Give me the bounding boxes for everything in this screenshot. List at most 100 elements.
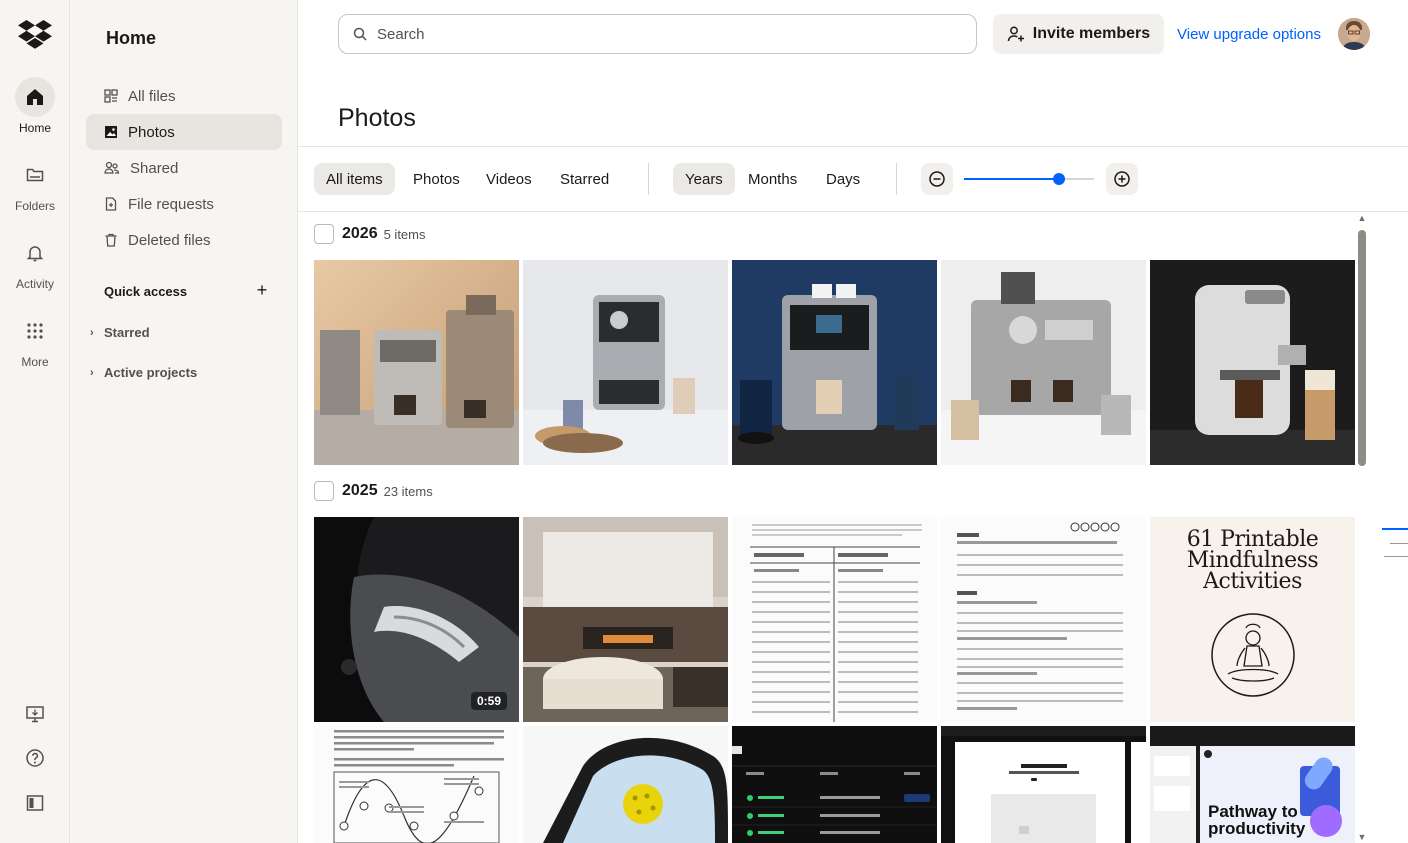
screenshot-thumbnail[interactable] (941, 726, 1146, 843)
toolbar-divider (896, 163, 897, 195)
sidebar-item-photos[interactable]: Photos (86, 114, 282, 150)
poster-title-line: 61 Printable (1186, 527, 1319, 552)
section-header-2025: 2025 23 items (314, 481, 433, 501)
toolbar-divider (648, 163, 649, 195)
promo-title-line: productivity (1208, 819, 1306, 838)
photo-thumbnail[interactable] (1150, 260, 1355, 465)
section-select-checkbox[interactable] (314, 224, 334, 244)
screenshot-thumbnail[interactable]: Pathway to productivity (1150, 726, 1355, 843)
folder-icon (15, 155, 55, 195)
document-thumbnail[interactable] (941, 517, 1146, 722)
rail-item-home[interactable]: Home (0, 77, 70, 135)
zoom-slider[interactable] (964, 173, 1094, 185)
bell-icon (15, 233, 55, 273)
quick-access-item-active-projects[interactable]: › Active projects (90, 365, 197, 380)
dropbox-logo-icon[interactable] (18, 18, 52, 50)
chevron-right-icon: › (90, 366, 94, 379)
rail-label: More (21, 355, 49, 369)
zoom-slider-fill (964, 178, 1059, 180)
scroll-up-icon[interactable]: ▲ (1357, 213, 1367, 223)
scroll-down-icon[interactable]: ▼ (1357, 832, 1367, 842)
zoom-out-icon (929, 171, 945, 187)
grid-icon (15, 311, 55, 351)
photo-thumbnail[interactable] (314, 260, 519, 465)
period-years[interactable]: Years (673, 163, 735, 195)
poster-title-line: Activities (1203, 569, 1302, 594)
poster-thumbnail[interactable]: 61 Printable Mindfulness Activities (1150, 517, 1355, 722)
all-files-icon (104, 89, 118, 103)
sidebar-item-all-files[interactable]: All files (86, 78, 282, 114)
toolbar-divider-bottom (298, 211, 1408, 212)
file-request-icon (105, 197, 117, 211)
sidebar: Home All files Photos Shared File reques… (70, 0, 298, 843)
filter-starred[interactable]: Starred (548, 163, 621, 195)
document-thumbnail[interactable] (314, 726, 519, 843)
rail-label: Home (18, 121, 51, 135)
quick-access-title: Quick access (104, 284, 188, 299)
sidebar-item-label: File requests (128, 195, 214, 213)
rail-item-folders[interactable]: Folders (0, 155, 70, 213)
desktop-app-button[interactable] (0, 704, 70, 724)
page-title: Photos (338, 104, 416, 132)
left-rail: Home Folders Activity More (0, 0, 70, 843)
sidebar-item-shared[interactable]: Shared (86, 150, 282, 186)
quick-access-add-button[interactable]: + (254, 281, 270, 299)
sidebar-title: Home (106, 28, 157, 48)
timeline-marker-active[interactable] (1382, 528, 1408, 530)
zoom-out-button[interactable] (921, 163, 953, 195)
shared-icon (104, 161, 120, 174)
rail-item-more[interactable]: More (0, 311, 70, 369)
rail-item-activity[interactable]: Activity (0, 233, 70, 291)
section-count: 23 items (383, 483, 433, 499)
screenshot-thumbnail[interactable] (732, 726, 937, 843)
photo-thumbnail[interactable] (523, 726, 728, 843)
sidebar-item-deleted-files[interactable]: Deleted files (86, 222, 282, 258)
poster-title-line: Mindfulness (1186, 548, 1319, 573)
invite-members-button[interactable]: Invite members (993, 14, 1164, 54)
period-days[interactable]: Days (814, 163, 872, 195)
header-divider (298, 146, 1408, 147)
zoom-slider-handle[interactable] (1052, 173, 1065, 185)
section-year: 2025 (342, 482, 378, 499)
sidebar-item-label: All files (128, 87, 176, 105)
filter-all-items[interactable]: All items (314, 163, 395, 195)
avatar[interactable] (1338, 18, 1370, 50)
section-select-checkbox[interactable] (314, 481, 334, 501)
section-header-2026: 2026 5 items (314, 224, 426, 244)
section-year: 2026 (342, 225, 378, 242)
photo-thumbnail[interactable] (732, 260, 937, 465)
sidebar-item-label: Photos (128, 123, 175, 141)
view-upgrade-options-link[interactable]: View upgrade options (1177, 26, 1321, 43)
photo-thumbnail[interactable] (523, 260, 728, 465)
filter-photos[interactable]: Photos (401, 163, 472, 195)
home-icon (15, 77, 55, 117)
quick-access-label: Starred (104, 325, 150, 340)
period-months[interactable]: Months (736, 163, 809, 195)
help-button[interactable] (0, 748, 70, 768)
timeline-marker[interactable] (1384, 556, 1408, 557)
search-bar[interactable] (338, 14, 977, 54)
document-thumbnail[interactable] (732, 517, 937, 722)
video-thumbnail[interactable]: 0:59 (314, 517, 519, 722)
scrollbar-thumb[interactable] (1358, 230, 1366, 466)
zoom-in-button[interactable] (1106, 163, 1138, 195)
photo-thumbnail[interactable] (523, 517, 728, 722)
invite-members-label: Invite members (1032, 25, 1151, 42)
timeline-marker[interactable] (1390, 543, 1408, 544)
search-icon (353, 27, 367, 41)
chevron-right-icon: › (90, 326, 94, 339)
search-input[interactable] (377, 25, 937, 43)
filter-videos[interactable]: Videos (474, 163, 544, 195)
sidebar-item-label: Shared (130, 159, 179, 177)
trash-icon (105, 233, 117, 247)
panel-toggle-button[interactable] (0, 793, 70, 813)
section-count: 5 items (383, 226, 426, 242)
quick-access-label: Active projects (104, 365, 198, 380)
quick-access-item-starred[interactable]: › Starred (90, 325, 150, 340)
sidebar-item-file-requests[interactable]: File requests (86, 186, 282, 222)
photos-icon (105, 126, 117, 138)
video-duration: 0:59 (470, 692, 507, 710)
photo-thumbnail[interactable] (941, 260, 1146, 465)
sidebar-item-label: Deleted files (128, 231, 211, 249)
meditation-illustration (1211, 613, 1295, 697)
